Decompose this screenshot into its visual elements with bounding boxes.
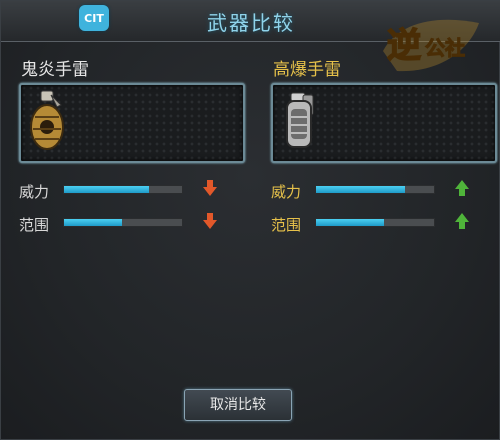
cancel-compare-button[interactable]: 取消比较 xyxy=(184,389,292,421)
right-stat-range-label: 范围 xyxy=(271,216,302,234)
hand-grenade-icon xyxy=(286,92,314,148)
up-arrow-icon xyxy=(455,213,469,229)
weapon-compare-dialog: CIT 武器比较 逆 公社 鬼炎手雷 威力 范围 高爆手雷 威力 范围 取消比较 xyxy=(0,0,500,440)
grenade-icon xyxy=(30,90,64,150)
left-stat-power-label: 威力 xyxy=(19,183,50,201)
left-weapon-slot[interactable] xyxy=(19,83,245,163)
left-stat-range-label: 范围 xyxy=(19,216,50,234)
right-weapon-slot[interactable] xyxy=(271,83,497,163)
right-stat-power-bar xyxy=(315,185,435,194)
left-stat-range-fill xyxy=(64,219,122,226)
right-stat-power-fill xyxy=(316,186,405,193)
down-arrow-icon xyxy=(203,180,217,196)
left-stat-power-fill xyxy=(64,186,149,193)
right-stat-range-fill xyxy=(316,219,385,226)
left-stat-power-bar xyxy=(63,185,183,194)
right-stat-power-label: 威力 xyxy=(271,183,302,201)
right-stat-range-bar xyxy=(315,218,435,227)
left-weapon-name: 鬼炎手雷 xyxy=(21,60,89,80)
right-weapon-column: 高爆手雷 威力 范围 xyxy=(263,41,497,421)
left-stat-range-bar xyxy=(63,218,183,227)
down-arrow-icon xyxy=(203,213,217,229)
left-weapon-column: 鬼炎手雷 威力 范围 xyxy=(11,41,245,421)
right-weapon-name: 高爆手雷 xyxy=(273,60,341,80)
up-arrow-icon xyxy=(455,180,469,196)
